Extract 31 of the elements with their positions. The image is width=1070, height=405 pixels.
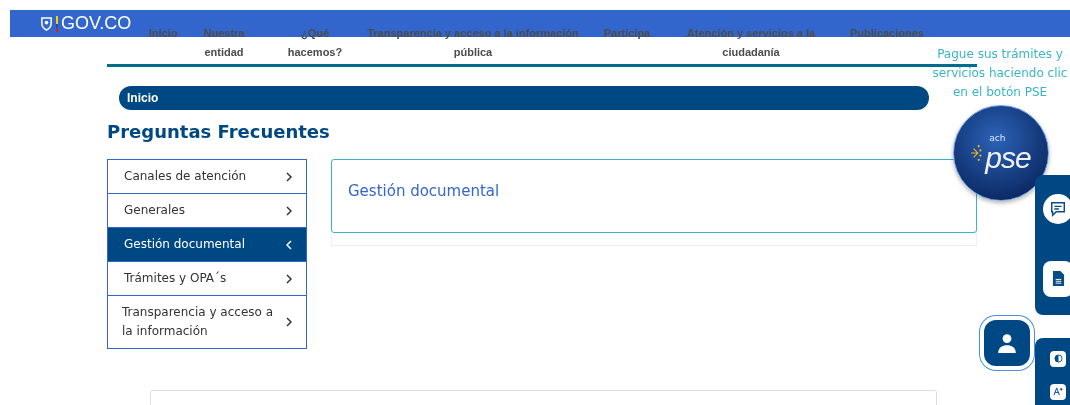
chevron-icon: [286, 205, 292, 216]
document-icon: [1051, 270, 1065, 287]
shield-icon: [40, 16, 53, 31]
chat-button[interactable]: [1043, 193, 1070, 224]
page-title: Preguntas Frecuentes: [107, 121, 330, 142]
text-size-button[interactable]: [1050, 383, 1066, 400]
chevron-icon: [286, 273, 292, 284]
text-size-icon: [1052, 387, 1064, 396]
user-icon: [996, 332, 1018, 354]
gov-logo[interactable]: GOV.CO: [40, 13, 132, 34]
contrast-icon: [1053, 354, 1063, 363]
contrast-button[interactable]: [1050, 350, 1066, 367]
document-button[interactable]: [1043, 260, 1070, 297]
pse-button[interactable]: ach pse: [953, 105, 1049, 201]
section-title: Gestión documental: [348, 182, 501, 200]
nav-link[interactable]: ¿Qué hacemos?: [277, 24, 353, 62]
pse-prefix: ach: [989, 133, 1006, 143]
pse-logo-text: pse: [985, 142, 1031, 173]
nav-link[interactable]: Atención y servicios a la ciudadanía: [673, 24, 829, 62]
chat-icon: [1049, 199, 1067, 218]
nav-link[interactable]: Nuestra entidad: [186, 24, 262, 62]
breadcrumb-link[interactable]: Inicio: [127, 91, 159, 105]
chevron-icon: [286, 317, 292, 327]
pse-promo-text: Pague sus trámites y servicios haciendo clic en el botón PSE: [931, 46, 1069, 101]
category-item[interactable]: Gestión documental: [108, 228, 306, 262]
chevron-icon: [286, 239, 292, 250]
nav-link[interactable]: Transparencia y acceso a la información pública: [355, 24, 591, 62]
logo-text: GOV.CO: [61, 13, 132, 34]
flag-stripe-icon: [56, 15, 58, 32]
chevron-icon: [286, 171, 292, 182]
circuit-icon: [971, 143, 984, 163]
